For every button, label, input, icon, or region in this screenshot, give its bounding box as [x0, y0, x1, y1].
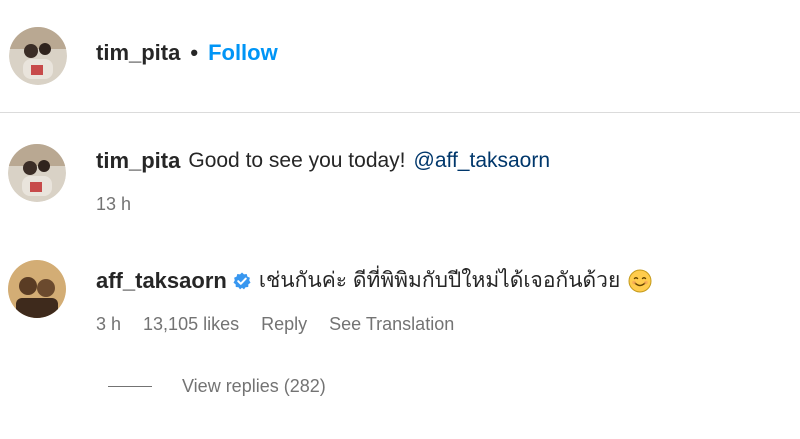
divider-line [108, 386, 152, 387]
view-replies-label: View replies (282) [182, 376, 326, 396]
comment-time: 13 h [96, 194, 132, 214]
comment-username[interactable]: aff_taksaorn [96, 268, 227, 294]
comment-text-line: aff_taksaorn เช่นกันค่ะ ดีที่พิพิมกับปีใ… [96, 264, 652, 297]
avatar[interactable] [8, 260, 66, 318]
follow-button[interactable]: Follow [208, 40, 278, 66]
avatar[interactable] [9, 27, 67, 85]
reply-button[interactable]: Reply [261, 314, 307, 335]
post-author-username[interactable]: tim_pita [96, 40, 180, 66]
avatar[interactable] [8, 144, 66, 202]
smiling-face-emoji-icon [628, 269, 652, 293]
comment-body: Good to see you today! [188, 149, 406, 172]
comment-text-line: tim_pita Good to see you today! @aff_tak… [96, 148, 550, 174]
comment-body: เช่นกันค่ะ ดีที่พิพิมกับปีใหม่ได้เจอกันด… [258, 269, 621, 292]
comment-meta: 3 h 13,105 likes Reply See Translation [96, 314, 476, 335]
see-translation-button[interactable]: See Translation [329, 314, 454, 335]
view-replies-button[interactable]: View replies (282) [108, 376, 326, 397]
separator-dot: • [190, 40, 199, 65]
comment-username[interactable]: tim_pita [96, 148, 180, 174]
post-header: tim_pita • Follow [0, 0, 800, 113]
comment-time: 3 h [96, 314, 122, 334]
likes-count[interactable]: 13,105 likes [143, 314, 239, 335]
comment-meta: 13 h [96, 194, 153, 215]
mention-link[interactable]: @aff_taksaorn [414, 149, 551, 173]
header-line: tim_pita • Follow [96, 40, 278, 66]
verified-badge-icon [233, 272, 251, 290]
